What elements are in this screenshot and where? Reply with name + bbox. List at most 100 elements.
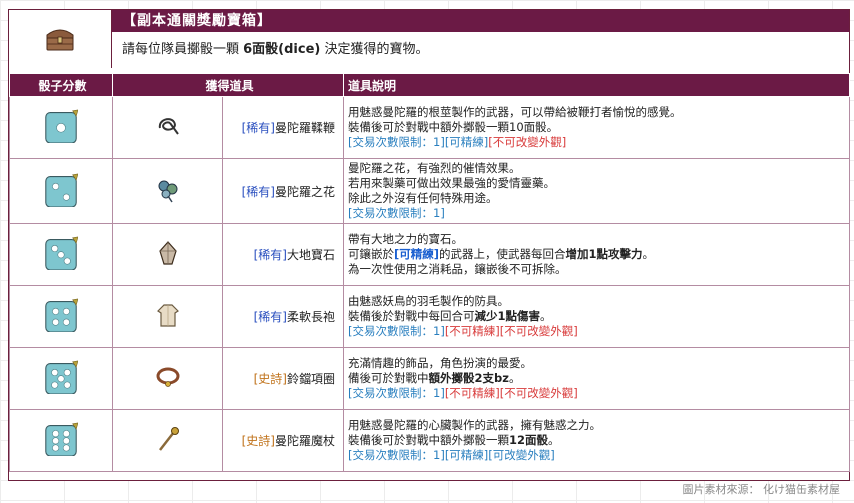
- description-segment: [可精練]: [444, 135, 489, 149]
- description-segment: 為一次性使用之消耗品，鑲嵌後不可拆除。: [348, 262, 567, 276]
- description-segment: [不可改變外觀]: [499, 386, 578, 400]
- description-segment: 除此之外沒有任何特殊用途。: [348, 191, 498, 205]
- description-line: 備後可於對戰中額外擲骰2支bz。: [348, 371, 845, 386]
- robe-icon: [154, 301, 182, 332]
- description-segment: 裝備後可於對戰中額外擲骰一顆10面骰。: [348, 120, 559, 134]
- item-name-cell: [稀有]柔軟長袍: [221, 285, 345, 348]
- item-icon-cell: [112, 409, 223, 472]
- whip-icon: [154, 112, 182, 143]
- dice-face-icon: [45, 360, 78, 394]
- description-segment: [不可改變外觀]: [488, 135, 567, 149]
- item-tier: [稀有]: [241, 121, 275, 135]
- dice-cell: [9, 409, 113, 472]
- item-name: 大地寶石: [287, 248, 336, 262]
- desc-dice-type: 6面骰(dice): [243, 42, 321, 57]
- description-segment: 用魅惑曼陀羅的心臟製作的武器，擁有魅惑之力。: [348, 418, 602, 432]
- collar-icon: [154, 363, 182, 394]
- dice-cell: [9, 96, 113, 159]
- item-description-cell: 曼陀羅之花，有強烈的催情效果。 若用來製藥可做出效果最強的愛情靈藥。 除此之外沒有任…: [343, 158, 851, 224]
- item-icon-cell: [112, 158, 223, 224]
- item-name: 曼陀羅之花: [275, 184, 336, 199]
- item-name: 鈴鐺項圈: [287, 372, 336, 386]
- description-segment: 帶有大地之力的寶石。: [348, 232, 464, 246]
- gem-icon: [154, 239, 182, 270]
- item-tier: [稀有]: [253, 248, 287, 262]
- col-header-dice: 骰子分數: [9, 73, 113, 97]
- description-segment: [可精練]: [444, 448, 489, 462]
- item-tier: [稀有]: [253, 310, 287, 324]
- description-segment: [不可改變外觀]: [499, 324, 578, 338]
- description-segment: 若用來製藥可做出效果最強的愛情靈藥。: [348, 176, 556, 190]
- description-line: 裝備後可於對戰中額外擲骰一顆10面骰。: [348, 120, 845, 135]
- description-segment: 。: [508, 371, 521, 385]
- item-description-cell: 用魅惑曼陀羅的心臟製作的武器，擁有魅惑之力。 裝備後可於對戰中額外擲骰一顆12面骰…: [343, 409, 851, 472]
- dice-face-icon: [45, 173, 78, 207]
- image-credit: 圖片素材來源： 化け猫缶素材屋: [682, 483, 841, 496]
- header-description: 請每位隊員擲骰一顆 6面骰(dice) 決定獲得的寶物。: [112, 32, 849, 68]
- description-line: 用魅惑曼陀羅的根莖製作的武器，可以帶給被鞭打者愉悅的感覺。: [348, 105, 845, 120]
- table-row: [史詩]曼陀羅魔杖 用魅惑曼陀羅的心臟製作的武器，擁有魅惑之力。 裝備後可於對戰中額…: [9, 409, 851, 472]
- description-line: 用魅惑曼陀羅的心臟製作的武器，擁有魅惑之力。: [348, 418, 845, 433]
- dice-cell: [9, 158, 113, 224]
- description-segment: [交易次數限制：1]: [348, 386, 445, 400]
- item-description-cell: 充滿情趣的飾品，角色扮演的最愛。 備後可於對戰中額外擲骰2支bz。 [交易次數限制：…: [343, 347, 851, 410]
- description-line: [交易次數限制：1]: [348, 206, 845, 221]
- table-row: [稀有]柔軟長袍 由魅惑妖鳥的羽毛製作的防具。 裝備後於對戰中每回合可減少1點傷害。…: [9, 285, 851, 348]
- item-description-cell: 用魅惑曼陀羅的根莖製作的武器，可以帶給被鞭打者愉悅的感覺。 裝備後可於對戰中額外擲…: [343, 96, 851, 159]
- item-name: 曼陀羅鞣鞭: [275, 121, 336, 135]
- description-segment: 備後可於對戰中: [348, 371, 429, 385]
- description-segment: [交易次數限制：1]: [348, 206, 445, 220]
- description-line: 充滿情趣的飾品，角色扮演的最愛。: [348, 356, 845, 371]
- item-name-cell: [稀有]曼陀羅之花: [221, 158, 345, 224]
- description-line: 若用來製藥可做出效果最強的愛情靈藥。: [348, 176, 845, 191]
- item-name-cell: [史詩]鈴鐺項圈: [221, 347, 345, 410]
- item-description-cell: 由魅惑妖鳥的羽毛製作的防具。 裝備後於對戰中每回合可減少1點傷害。 [交易次數限制：…: [343, 285, 851, 348]
- description-segment: 曼陀羅之花，有強烈的催情效果。: [348, 161, 521, 175]
- item-name-cell: [史詩]曼陀羅魔杖: [221, 409, 345, 472]
- reward-table: 骰子分數 獲得道具 道具說明 [稀有]曼陀羅鞣鞭 用魅惑曼陀羅的根莖製作的武器，可…: [9, 73, 851, 472]
- description-line: 帶有大地之力的寶石。: [348, 232, 845, 247]
- description-segment: [可改變外觀]: [488, 448, 555, 462]
- item-tier: [稀有]: [241, 184, 275, 199]
- description-segment: 裝備後於對戰中每回合可: [348, 309, 475, 323]
- description-line: 由魅惑妖鳥的羽毛製作的防具。: [348, 294, 845, 309]
- description-segment: 充滿情趣的飾品，角色扮演的最愛。: [348, 356, 533, 370]
- table-header-row: 骰子分數 獲得道具 道具說明: [9, 73, 851, 97]
- dice-face-icon: [45, 109, 78, 143]
- description-segment: [交易次數限制：1]: [348, 448, 445, 462]
- description-segment: 。: [642, 247, 655, 261]
- desc-text-2: 決定獲得的寶物。: [320, 42, 429, 57]
- description-segment: 增加1點攻擊力: [565, 247, 643, 261]
- dice-face-icon: [45, 298, 78, 332]
- header: 【副本通關獎勵寶箱】 請每位隊員擲骰一顆 6面骰(dice) 決定獲得的寶物。: [9, 10, 849, 68]
- col-header-desc: 道具說明: [343, 73, 851, 97]
- description-segment: [交易次數限制：1]: [348, 324, 445, 338]
- description-segment: 額外擲骰2支bz: [428, 371, 509, 385]
- description-segment: [交易次數限制：1]: [348, 135, 445, 149]
- description-line: 裝備後於對戰中每回合可減少1點傷害。: [348, 309, 845, 324]
- item-name: 柔軟長袍: [287, 310, 336, 324]
- description-segment: [不可精練]: [444, 324, 500, 338]
- dice-cell: [9, 285, 113, 348]
- table-row: [稀有]曼陀羅鞣鞭 用魅惑曼陀羅的根莖製作的武器，可以帶給被鞭打者愉悅的感覺。 裝備…: [9, 96, 851, 159]
- description-line: 曼陀羅之花，有強烈的催情效果。: [348, 161, 845, 176]
- item-name-cell: [稀有]曼陀羅鞣鞭: [221, 96, 345, 159]
- dice-face-icon: [45, 236, 78, 270]
- table-row: [稀有]大地寶石 帶有大地之力的寶石。 可鑲嵌於[可精練]的武器上，使武器每回合增加…: [9, 223, 851, 286]
- item-icon-cell: [112, 223, 223, 286]
- item-description-cell: 帶有大地之力的寶石。 可鑲嵌於[可精練]的武器上，使武器每回合增加1點攻擊力。 為一…: [343, 223, 851, 286]
- item-icon-cell: [112, 96, 223, 159]
- description-segment: 用魅惑曼陀羅的根莖製作的武器，可以帶給被鞭打者愉悅的感覺。: [348, 105, 682, 119]
- description-line: 可鑲嵌於[可精練]的武器上，使武器每回合增加1點攻擊力。: [348, 247, 845, 262]
- flower-icon: [154, 176, 182, 207]
- description-segment: 的武器上，使武器每回合: [439, 247, 566, 261]
- description-segment: 可鑲嵌於: [348, 247, 395, 261]
- description-line: [交易次數限制：1][不可精練][不可改變外觀]: [348, 386, 845, 401]
- dice-cell: [9, 347, 113, 410]
- table-row: [稀有]曼陀羅之花 曼陀羅之花，有強烈的催情效果。 若用來製藥可做出效果最強的愛情靈…: [9, 158, 851, 224]
- description-segment: 減少1點傷害: [474, 309, 541, 323]
- item-icon-cell: [112, 285, 223, 348]
- description-segment: 裝備後可於對戰中額外擲骰一顆: [348, 433, 510, 447]
- col-header-item: 獲得道具: [111, 73, 345, 97]
- description-segment: 由魅惑妖鳥的羽毛製作的防具。: [348, 294, 510, 308]
